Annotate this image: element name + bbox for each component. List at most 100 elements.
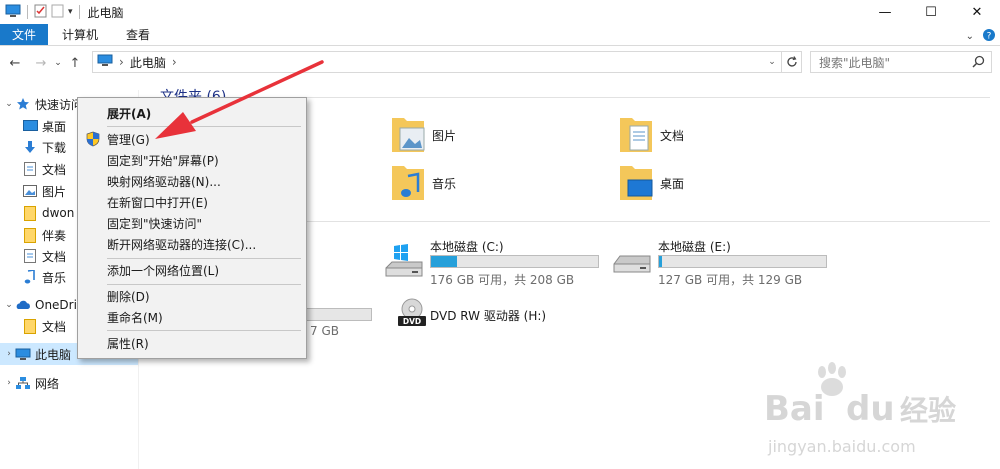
menu-item-disconnect-network-drive[interactable]: 断开网络驱动器的连接(C)... — [78, 234, 306, 254]
document-icon — [22, 248, 38, 264]
document-icon — [22, 161, 38, 177]
document-folder-icon — [618, 114, 654, 157]
drive-c[interactable]: 本地磁盘 (C:) 176 GB 可用，共 208 GB — [384, 238, 604, 288]
drive-name: 本地磁盘 (E:) — [658, 240, 731, 254]
menu-item-map-network-drive[interactable]: 映射网络驱动器(N)... — [78, 171, 306, 191]
nav-label: 文档 — [42, 249, 67, 264]
nav-label: dwon — [42, 206, 75, 220]
music-icon — [22, 269, 38, 285]
folder-icon — [22, 318, 38, 334]
tab-file[interactable]: 文件 — [0, 24, 49, 45]
breadcrumb-separator-icon[interactable]: › — [172, 55, 177, 69]
music-folder-icon — [390, 162, 426, 205]
menu-item-add-network-location[interactable]: 添加一个网络位置(L) — [78, 260, 306, 280]
menu-separator — [107, 330, 301, 331]
svg-text:DVD: DVD — [403, 317, 421, 326]
up-arrow-icon[interactable]: ↑ — [66, 56, 84, 71]
chevron-right-icon[interactable]: › — [3, 349, 15, 359]
svg-text:jingyan.baidu.com: jingyan.baidu.com — [767, 437, 916, 456]
menu-separator — [107, 126, 301, 127]
star-icon — [15, 96, 31, 112]
folder-pictures[interactable]: 图片 — [390, 114, 456, 157]
drive-usage-bar — [658, 255, 827, 268]
menu-item-properties[interactable]: 属性(R) — [78, 333, 306, 353]
menu-item-open-in-new-window[interactable]: 在新窗口中打开(E) — [78, 192, 306, 212]
recent-locations-chevron-icon[interactable]: ⌄ — [52, 58, 64, 68]
ribbon-tabs: 文件 计算机 查看 ⌄ ? — [0, 24, 1000, 46]
minimize-button[interactable]: — — [862, 0, 908, 24]
nav-label: 网络 — [35, 376, 60, 391]
forward-arrow-icon[interactable]: → — [32, 56, 50, 71]
search-input[interactable]: 搜索"此电脑" — [810, 51, 992, 73]
drive-e[interactable]: 本地磁盘 (E:) 127 GB 可用，共 129 GB — [612, 238, 832, 288]
svg-text:du: du — [846, 389, 895, 429]
drive-usage-fill — [659, 256, 662, 267]
search-icon[interactable] — [972, 55, 985, 71]
drive-name: DVD RW 驱动器 (H:) — [430, 309, 547, 323]
drive-dvd[interactable]: DVD DVD RW 驱动器 (H:) — [384, 298, 604, 334]
back-arrow-icon[interactable]: ← — [6, 56, 24, 71]
nav-label: 此电脑 — [35, 347, 72, 362]
drive-usage-bar-hidden — [300, 308, 372, 321]
desktop-folder-icon — [618, 162, 654, 205]
tab-view[interactable]: 查看 — [112, 24, 164, 45]
folder-label: 桌面 — [660, 177, 685, 191]
qat-dropdown-icon[interactable]: ▾ — [68, 7, 73, 17]
folder-music[interactable]: 音乐 — [390, 162, 456, 205]
address-bar[interactable]: › 此电脑 › ⌄ — [92, 51, 782, 73]
chevron-right-icon[interactable]: › — [3, 378, 15, 388]
refresh-button[interactable] — [782, 51, 802, 73]
menu-separator — [107, 284, 301, 285]
menu-item-pin-to-quick-access[interactable]: 固定到"快速访问" — [78, 213, 306, 233]
nav-label: 文档 — [42, 162, 67, 177]
picture-icon — [22, 183, 38, 199]
drive-free-space-partial: 7 GB — [310, 324, 339, 338]
nav-label: 桌面 — [42, 119, 67, 134]
breadcrumb-separator-icon[interactable]: › — [119, 55, 124, 69]
folder-label: 音乐 — [432, 177, 457, 191]
chevron-down-icon[interactable]: ⌄ — [3, 99, 15, 109]
menu-item-rename[interactable]: 重命名(M) — [78, 307, 306, 327]
expand-ribbon-icon[interactable]: ⌄ — [966, 31, 974, 42]
download-icon — [22, 139, 38, 155]
drive-free-space: 176 GB 可用，共 208 GB — [430, 273, 575, 287]
svg-text:?: ? — [987, 32, 992, 42]
quick-access-toolbar: ▾ — [0, 4, 82, 21]
nav-item-network[interactable]: › 网络 — [0, 372, 138, 394]
tab-computer[interactable]: 计算机 — [48, 24, 112, 45]
properties-icon[interactable] — [34, 4, 47, 21]
folder-documents[interactable]: 文档 — [618, 114, 684, 157]
search-placeholder: 搜索"此电脑" — [819, 55, 891, 70]
computer-icon — [15, 346, 31, 362]
network-icon — [15, 375, 31, 391]
folder-icon — [22, 227, 38, 243]
title-bar: ▾ 此电脑 — ☐ ✕ — [0, 0, 1000, 24]
folder-icon — [22, 205, 38, 221]
nav-label: 音乐 — [42, 270, 67, 285]
context-menu: 展开(A) 管理(G) 固定到"开始"屏幕(P) 映射网络驱动器(N)... 在… — [77, 97, 307, 359]
menu-item-expand[interactable]: 展开(A) — [78, 103, 306, 123]
folder-desktop[interactable]: 桌面 — [618, 162, 684, 205]
maximize-button[interactable]: ☐ — [908, 0, 954, 24]
menu-item-manage[interactable]: 管理(G) — [78, 129, 306, 149]
svg-text:Bai: Bai — [764, 389, 825, 429]
windows-drive-icon — [384, 244, 424, 283]
menu-item-delete[interactable]: 删除(D) — [78, 286, 306, 306]
chevron-down-icon[interactable]: ⌄ — [3, 300, 15, 310]
address-dropdown-icon[interactable]: ⌄ — [763, 52, 781, 72]
drive-usage-fill — [431, 256, 457, 267]
drive-free-space: 127 GB 可用，共 129 GB — [658, 273, 803, 287]
menu-item-pin-to-start[interactable]: 固定到"开始"屏幕(P) — [78, 150, 306, 170]
svg-text:经验: 经验 — [900, 394, 956, 427]
help-icon[interactable]: ? — [982, 28, 996, 45]
breadcrumb-this-pc[interactable]: 此电脑 — [130, 54, 166, 71]
address-row: ← → ⌄ ↑ › 此电脑 › ⌄ 搜索"此电脑" — [0, 50, 1000, 76]
drive-name: 本地磁盘 (C:) — [430, 240, 504, 254]
close-button[interactable]: ✕ — [954, 0, 1000, 24]
menu-separator — [107, 258, 301, 259]
desktop-icon — [22, 118, 38, 134]
new-folder-icon[interactable] — [51, 4, 64, 21]
watermark-logo: Bai du 经验 jingyan.baidu.com — [760, 362, 990, 462]
cloud-icon — [15, 297, 31, 313]
nav-label: 快速访问 — [35, 97, 84, 112]
